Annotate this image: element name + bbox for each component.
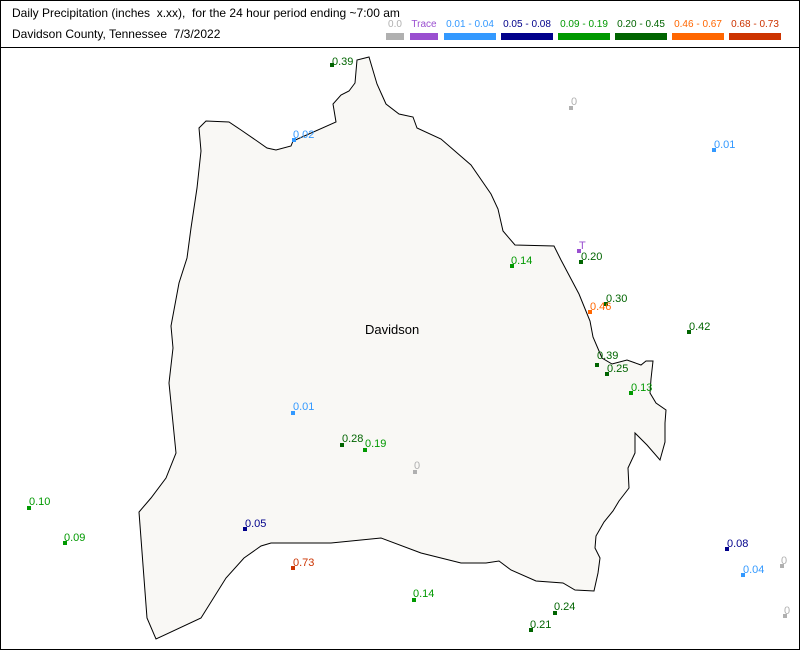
station-value-label: 0.01 <box>293 401 315 413</box>
legend-label: 0.09 - 0.19 <box>560 19 608 30</box>
station-value-label: 0.14 <box>413 588 435 600</box>
station-value-label: 0.39 <box>597 350 619 362</box>
station-value-label: 0.73 <box>293 557 315 569</box>
station-value-label: 0 <box>414 460 421 472</box>
station-value-label: 0.02 <box>293 129 315 141</box>
station-value-label: 0.21 <box>530 619 552 631</box>
legend-label: 0.0 <box>388 19 402 30</box>
station-value-label: 0.10 <box>29 496 51 508</box>
legend-swatch <box>729 33 781 40</box>
legend-label: 0.46 - 0.67 <box>674 19 722 30</box>
title-line-1: Daily Precipitation (inches x.xx), for t… <box>12 6 400 20</box>
station-value-label: 0.24 <box>554 601 576 613</box>
legend-swatch <box>558 33 610 40</box>
county-map: Davidson 0.39 0 0.02 0.01 T 0.14 0.20 0.30 0.46 0… <box>1 48 799 649</box>
station-value-label: 0.14 <box>511 255 533 267</box>
legend-swatch <box>501 33 553 40</box>
legend-label: 0.05 - 0.08 <box>503 19 551 30</box>
station-value-label: 0.42 <box>689 321 711 333</box>
station-value-label: 0.19 <box>365 438 387 450</box>
legend-swatch <box>672 33 724 40</box>
header: Daily Precipitation (inches x.xx), for t… <box>1 1 799 48</box>
station-value-label: 0 <box>571 96 578 108</box>
station-value-label: 0.20 <box>581 251 603 263</box>
station-value-label: 0.28 <box>342 433 364 445</box>
county-outline-svg <box>138 56 667 640</box>
county-name-label: Davidson <box>365 322 420 337</box>
station-value-label: 0.39 <box>332 56 354 68</box>
station-value-label: 0 <box>781 555 788 567</box>
legend-label: 0.20 - 0.45 <box>617 19 665 30</box>
station-value-label: 0.04 <box>743 564 765 576</box>
legend-label: 0.01 - 0.04 <box>446 19 494 30</box>
legend-swatch <box>444 33 496 40</box>
legend-swatch <box>615 33 667 40</box>
station-value-label: 0.05 <box>245 518 267 530</box>
station-value-label: 0.01 <box>714 139 736 151</box>
title-line-2: Davidson County, Tennessee 7/3/2022 <box>12 27 221 41</box>
station-value-label: 0.08 <box>727 538 749 550</box>
legend-swatch <box>410 33 438 40</box>
station-value-label: 0.09 <box>64 532 86 544</box>
station-marker[interactable] <box>595 363 599 367</box>
station-value-label: 0.46 <box>590 301 612 313</box>
station-value-label: 0.13 <box>631 382 653 394</box>
legend-label: Trace <box>411 19 437 30</box>
station-value-label: 0 <box>784 605 791 617</box>
station-value-label: 0.25 <box>607 363 629 375</box>
legend-swatch <box>386 33 404 40</box>
map-frame: Daily Precipitation (inches x.xx), for t… <box>0 0 800 650</box>
county-boundary <box>138 56 667 640</box>
legend-label: 0.68 - 0.73 <box>731 19 779 30</box>
